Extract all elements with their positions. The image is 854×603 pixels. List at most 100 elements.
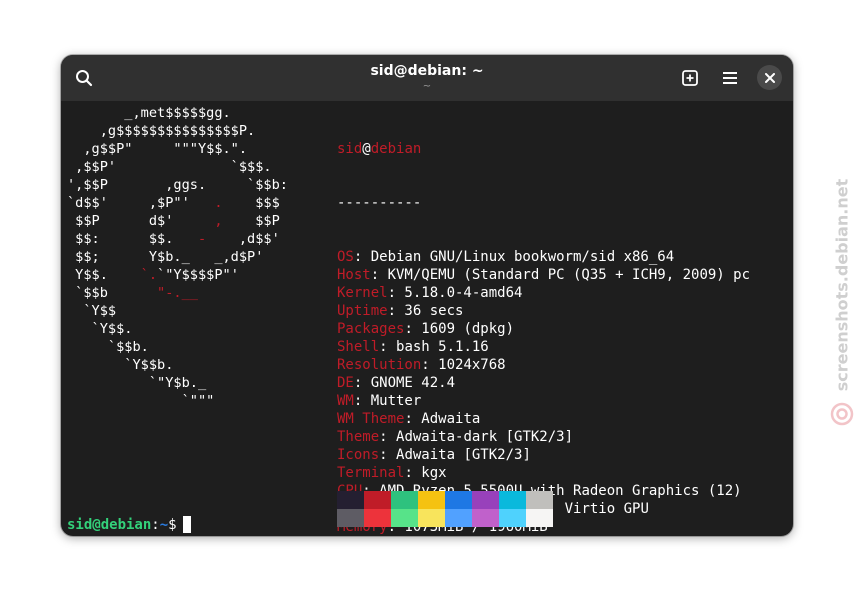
palette-swatch [472, 491, 499, 509]
info-separator: ---------- [337, 195, 422, 211]
prompt-path: ~ [159, 517, 169, 533]
logo-line-red: `. [140, 267, 158, 283]
palette-row-normal [337, 491, 553, 509]
info-key: Terminal [337, 465, 405, 481]
logo-line: $$; Y$b._ _,d$P' [67, 248, 288, 266]
palette-swatch [445, 491, 472, 509]
info-line: WM Theme: Adwaita [337, 410, 750, 428]
prompt-colon: : [151, 517, 160, 533]
info-line: Uptime: 36 secs [337, 302, 750, 320]
info-host: debian [370, 141, 422, 157]
logo-line: `d$$' ,$P"' . $$$ [67, 194, 288, 212]
logo-line: `Y$$b. [67, 356, 288, 374]
palette-swatch [337, 509, 364, 527]
terminal-content[interactable]: _,met$$$$$gg. ,g$$$$$$$$$$$$$$$P. ,g$$P"… [61, 101, 793, 536]
logo-line-tail: $$P [222, 213, 280, 229]
watermark: screenshots.debian.net [828, 179, 854, 430]
system-info: sid@debian ---------- OS: Debian GNU/Lin… [337, 104, 750, 536]
logo-line: `Y$$ [67, 302, 288, 320]
palette-swatch [526, 491, 553, 509]
palette-swatch [418, 509, 445, 527]
logo-line-white: Y$$. [67, 267, 141, 283]
terminal-window: sid@debian: ~ ~ _,met$$$$$gg. ,g$$$$$$$$… [61, 55, 793, 536]
info-key: Resolution [337, 357, 422, 373]
logo-line: Y$$. `.`"Y$$$$P"' [67, 266, 288, 284]
logo-line-white: ,$$P' `$$$. [67, 159, 272, 175]
palette-row-bright [337, 509, 553, 527]
logo-line-white: ,g$$P" """Y$$.". [67, 141, 248, 157]
info-value: : 5.18.0-4-amd64 [387, 285, 523, 301]
text-cursor [182, 516, 191, 533]
info-value: : 1609 (dpkg) [404, 321, 515, 337]
debian-ascii-logo: _,met$$$$$gg. ,g$$$$$$$$$$$$$$$P. ,g$$P"… [67, 104, 288, 410]
logo-line-white: ,g$$$$$$$$$$$$$$$P. [67, 123, 256, 139]
debian-swirl-icon [830, 402, 854, 426]
info-value: : kgx [404, 465, 447, 481]
info-value: : 36 secs [387, 303, 464, 319]
logo-line-tail: $$$ [222, 195, 280, 211]
logo-line-red: - [197, 231, 207, 247]
palette-swatch [391, 509, 418, 527]
palette-swatch [499, 491, 526, 509]
info-user: sid [337, 141, 363, 157]
logo-line-white: _,met$$$$$gg. [67, 105, 231, 121]
info-value: : Mutter [353, 393, 422, 409]
info-key: WM Theme [337, 411, 405, 427]
logo-line-white: `$$b. [67, 339, 149, 355]
prompt-userhost: sid@debian [67, 517, 152, 533]
logo-line-white: `$$b [67, 285, 158, 301]
info-key: WM [337, 393, 354, 409]
logo-line-white: `"Y$b._ [67, 375, 207, 391]
palette-swatch [526, 509, 553, 527]
main-menu-button[interactable] [715, 63, 745, 93]
info-line: OS: Debian GNU/Linux bookworm/sid x86_64 [337, 248, 750, 266]
logo-line: ,g$$$$$$$$$$$$$$$P. [67, 122, 288, 140]
logo-line: $$P d$' , $$P [67, 212, 288, 230]
palette-swatch [391, 491, 418, 509]
logo-line-red: "-.__ [157, 285, 198, 301]
new-tab-icon [682, 70, 698, 86]
info-value: : bash 5.1.16 [379, 339, 489, 355]
logo-line: `"Y$b._ [67, 374, 288, 392]
logo-line: `Y$$. [67, 320, 288, 338]
close-button[interactable] [757, 65, 782, 90]
info-value: : Adwaita [GTK2/3] [379, 447, 531, 463]
color-palette [337, 491, 553, 527]
logo-line-white: `Y$$. [67, 321, 133, 337]
logo-line: ,$$P' `$$$. [67, 158, 288, 176]
logo-line: ,g$$P" """Y$$.". [67, 140, 288, 158]
logo-line: _,met$$$$$gg. [67, 104, 288, 122]
prompt-symbol: $ [168, 517, 177, 533]
info-value: : 1024x768 [421, 357, 506, 373]
logo-line: $$: $$. - ,d$$' [67, 230, 288, 248]
info-key: Icons [337, 447, 380, 463]
info-key: Shell [337, 339, 380, 355]
logo-line-white: `d$$' ,$P"' [67, 195, 215, 211]
info-value: : KVM/QEMU (Standard PC (Q35 + ICH9, 200… [370, 267, 751, 283]
info-key: Theme [337, 429, 380, 445]
watermark-text: screenshots.debian.net [832, 178, 852, 392]
info-line: Shell: bash 5.1.16 [337, 338, 750, 356]
info-line: Icons: Adwaita [GTK2/3] [337, 446, 750, 464]
new-tab-button[interactable] [675, 63, 705, 93]
hamburger-menu-icon [723, 72, 737, 84]
shell-prompt[interactable]: sid@debian:~$ [67, 516, 191, 534]
palette-swatch [337, 491, 364, 509]
info-line: Resolution: 1024x768 [337, 356, 750, 374]
palette-swatch [364, 509, 391, 527]
info-line: Kernel: 5.18.0-4-amd64 [337, 284, 750, 302]
info-value: : Debian GNU/Linux bookworm/sid x86_64 [353, 249, 675, 265]
info-line: Terminal: kgx [337, 464, 750, 482]
info-value: : GNOME 42.4 [353, 375, 456, 391]
info-line: Theme: Adwaita-dark [GTK2/3] [337, 428, 750, 446]
logo-line-white: ',$$P ,ggs. `$$b: [67, 177, 288, 193]
info-line: WM: Mutter [337, 392, 750, 410]
logo-line: `$$b. [67, 338, 288, 356]
logo-line-red: , [214, 213, 223, 229]
palette-swatch [499, 509, 526, 527]
logo-line-white: `""" [67, 393, 215, 409]
info-key: DE [337, 375, 354, 391]
user-host-line: sid@debian [337, 140, 750, 158]
logo-line-white: `Y$$ [67, 303, 117, 319]
logo-line-tail: ,d$$' [206, 231, 280, 247]
